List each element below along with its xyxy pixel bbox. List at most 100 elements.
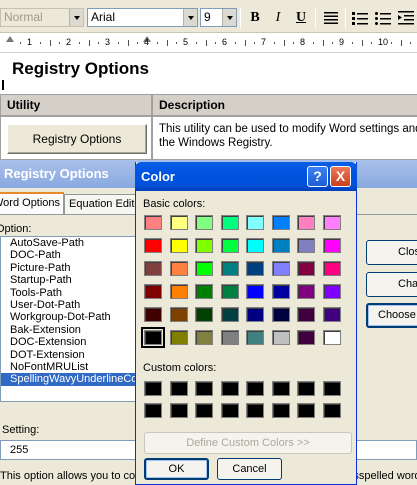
list-item[interactable]: Bak-Extension bbox=[1, 324, 139, 336]
list-item[interactable]: Picture-Path bbox=[1, 262, 139, 274]
help-button[interactable]: ? bbox=[307, 166, 328, 187]
color-swatch[interactable] bbox=[220, 381, 239, 396]
color-swatch[interactable] bbox=[322, 261, 341, 276]
font-size-dropdown[interactable]: 9 bbox=[200, 8, 237, 27]
color-swatch[interactable] bbox=[246, 330, 264, 345]
style-dropdown[interactable]: Normal bbox=[0, 8, 84, 27]
color-swatch[interactable] bbox=[195, 330, 213, 345]
italic-button[interactable]: I bbox=[267, 8, 289, 28]
color-swatch[interactable] bbox=[169, 381, 188, 396]
indent-marker-icon[interactable] bbox=[6, 36, 14, 42]
change-button[interactable]: Change bbox=[366, 272, 417, 297]
option-listbox[interactable]: AutoSave-Path DOC-Path Picture-Path Startup… bbox=[0, 236, 140, 402]
color-swatch[interactable] bbox=[220, 215, 239, 230]
registry-options-button[interactable]: Registry Options bbox=[7, 124, 147, 154]
ruler-tick bbox=[205, 40, 207, 46]
color-swatch[interactable] bbox=[297, 403, 315, 418]
color-swatch[interactable] bbox=[220, 403, 239, 418]
list-item[interactable]: AutoSave-Path bbox=[1, 237, 139, 249]
color-swatch[interactable] bbox=[322, 330, 341, 345]
color-swatch[interactable] bbox=[144, 381, 162, 396]
color-swatch[interactable] bbox=[169, 238, 188, 253]
decrease-indent-button[interactable] bbox=[395, 8, 417, 28]
define-custom-colors-button[interactable]: Define Custom Colors >> bbox=[144, 432, 352, 454]
color-swatch[interactable] bbox=[195, 284, 213, 299]
color-swatch[interactable] bbox=[322, 403, 341, 418]
list-item[interactable]: User-Dot-Path bbox=[1, 299, 139, 311]
cancel-button[interactable]: Cancel bbox=[217, 458, 282, 480]
bullets-button[interactable] bbox=[372, 8, 394, 28]
list-item[interactable]: Workgroup-Dot-Path bbox=[1, 311, 139, 323]
color-swatch[interactable] bbox=[297, 238, 315, 253]
color-swatch[interactable] bbox=[322, 284, 341, 299]
list-item[interactable]: Tools-Path bbox=[1, 287, 139, 299]
color-swatch[interactable] bbox=[246, 381, 264, 396]
list-item[interactable]: DOC-Extension bbox=[1, 336, 139, 348]
color-swatch[interactable] bbox=[195, 261, 213, 276]
color-swatch[interactable] bbox=[195, 215, 213, 230]
color-swatch[interactable] bbox=[220, 238, 239, 253]
color-swatch[interactable] bbox=[297, 330, 315, 345]
color-swatch[interactable] bbox=[195, 381, 213, 396]
color-swatch[interactable] bbox=[195, 238, 213, 253]
color-swatch[interactable] bbox=[297, 261, 315, 276]
align-justify-button[interactable] bbox=[320, 8, 342, 28]
color-swatch[interactable] bbox=[271, 261, 290, 276]
color-swatch[interactable] bbox=[220, 284, 239, 299]
list-item[interactable]: NoFontMRUList bbox=[1, 361, 139, 373]
color-swatch[interactable] bbox=[322, 215, 341, 230]
color-swatch[interactable] bbox=[271, 403, 290, 418]
color-swatch[interactable] bbox=[246, 307, 264, 322]
color-swatch[interactable] bbox=[246, 261, 264, 276]
bold-button[interactable]: B bbox=[244, 8, 266, 28]
color-swatch[interactable] bbox=[144, 261, 162, 276]
color-swatch[interactable] bbox=[271, 307, 290, 322]
tab-word-options[interactable]: Word Options bbox=[0, 192, 64, 214]
list-item[interactable]: DOC-Path bbox=[1, 249, 139, 261]
color-swatch[interactable] bbox=[144, 238, 162, 253]
list-item[interactable]: SpellingWavyUnderlineColor bbox=[1, 373, 139, 386]
color-swatch[interactable] bbox=[195, 307, 213, 322]
color-swatch[interactable] bbox=[246, 403, 264, 418]
color-swatch[interactable] bbox=[141, 327, 165, 348]
color-swatch[interactable] bbox=[246, 238, 264, 253]
underline-button[interactable]: U bbox=[290, 8, 312, 28]
color-swatch[interactable] bbox=[322, 238, 341, 253]
color-swatch[interactable] bbox=[271, 284, 290, 299]
list-item[interactable]: DOT-Extension bbox=[1, 349, 139, 361]
color-swatch[interactable] bbox=[144, 215, 162, 230]
color-swatch[interactable] bbox=[297, 215, 315, 230]
color-swatch[interactable] bbox=[322, 307, 341, 322]
color-swatch[interactable] bbox=[271, 381, 290, 396]
color-swatch[interactable] bbox=[169, 284, 188, 299]
color-swatch[interactable] bbox=[246, 215, 264, 230]
color-swatch[interactable] bbox=[220, 330, 239, 345]
color-swatch[interactable] bbox=[169, 261, 188, 276]
dialog-close-button[interactable]: X bbox=[330, 166, 351, 187]
color-swatch[interactable] bbox=[220, 261, 239, 276]
close-button[interactable]: Close bbox=[366, 240, 417, 265]
color-swatch[interactable] bbox=[246, 284, 264, 299]
color-swatch[interactable] bbox=[169, 215, 188, 230]
ok-button[interactable]: OK bbox=[144, 458, 209, 480]
tab-equation-editor[interactable]: Equation Editor bbox=[64, 194, 138, 214]
color-swatch[interactable] bbox=[297, 284, 315, 299]
color-swatch[interactable] bbox=[271, 238, 290, 253]
color-swatch[interactable] bbox=[297, 307, 315, 322]
color-swatch[interactable] bbox=[169, 307, 188, 322]
font-dropdown[interactable]: Arial bbox=[87, 8, 198, 27]
list-item[interactable]: Startup-Path bbox=[1, 274, 139, 286]
choose-button[interactable]: Choose bbox=[366, 303, 417, 328]
color-swatch[interactable] bbox=[322, 381, 341, 396]
color-swatch[interactable] bbox=[271, 330, 290, 345]
numbering-button[interactable] bbox=[349, 8, 371, 28]
color-swatch[interactable] bbox=[271, 215, 290, 230]
color-swatch[interactable] bbox=[144, 403, 162, 418]
color-swatch[interactable] bbox=[169, 330, 188, 345]
color-swatch[interactable] bbox=[297, 381, 315, 396]
color-swatch[interactable] bbox=[144, 307, 162, 322]
color-swatch[interactable] bbox=[144, 284, 162, 299]
color-swatch[interactable] bbox=[220, 307, 239, 322]
color-swatch[interactable] bbox=[195, 403, 213, 418]
color-swatch[interactable] bbox=[169, 403, 188, 418]
